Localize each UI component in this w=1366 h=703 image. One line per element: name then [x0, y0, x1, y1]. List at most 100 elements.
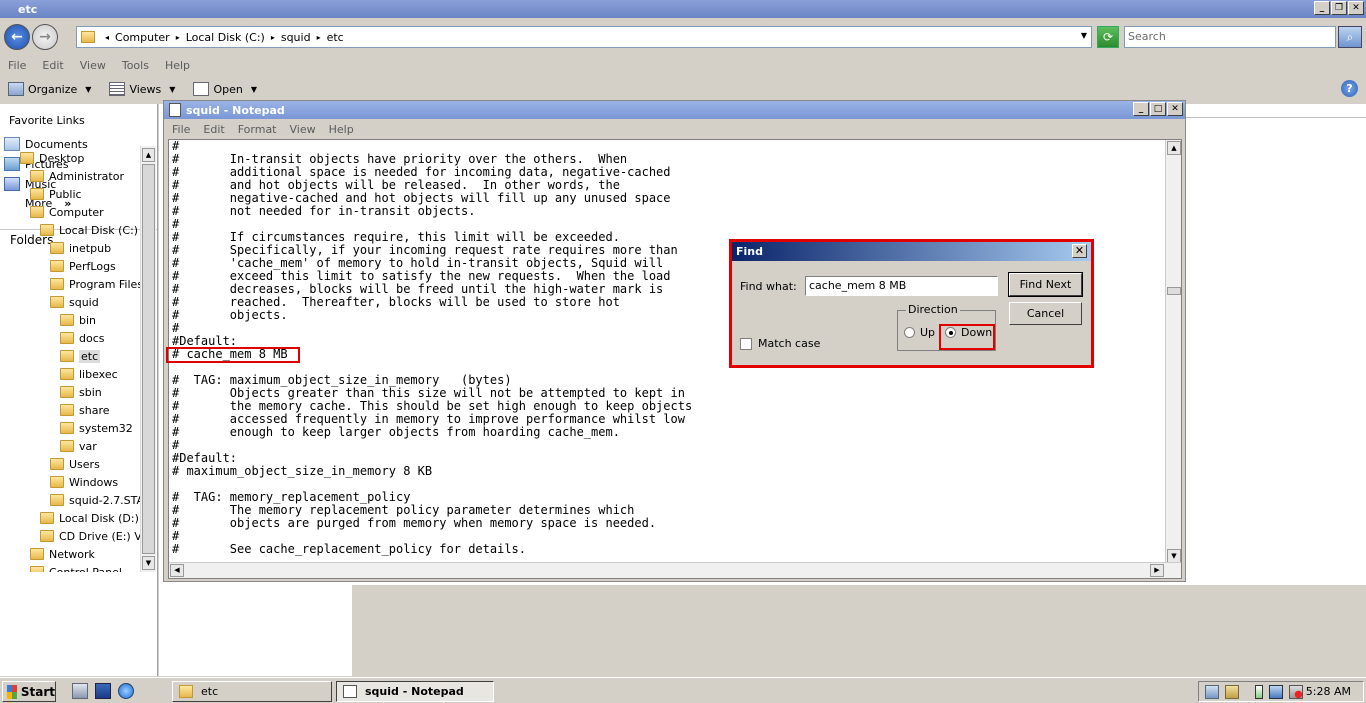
tree-item-label: Local Disk (D:) — [59, 511, 139, 525]
tree-item[interactable]: var — [60, 438, 97, 454]
search-button[interactable]: ⌕ — [1338, 26, 1362, 48]
scrollbar-thumb[interactable] — [142, 164, 155, 554]
tree-item[interactable]: inetpub — [50, 240, 111, 256]
refresh-button[interactable]: ⟳ — [1097, 26, 1119, 48]
internet-explorer-icon[interactable] — [118, 683, 134, 699]
tree-item[interactable]: Control Panel — [30, 564, 122, 572]
np-menu-format[interactable]: Format — [230, 123, 282, 136]
close-button[interactable]: ✕ — [1348, 1, 1364, 15]
notepad-horizontal-scrollbar[interactable]: ◀ ▶ — [169, 562, 1181, 578]
minimize-button[interactable]: _ — [1314, 1, 1330, 15]
tree-item[interactable]: CD Drive (E:) Vir — [40, 528, 140, 544]
organize-label: Organize — [28, 82, 78, 96]
scroll-up-icon[interactable]: ▲ — [1167, 141, 1181, 155]
tree-item[interactable]: PerfLogs — [50, 258, 116, 274]
open-button[interactable]: Open ▼ — [185, 82, 257, 96]
task-notepad[interactable]: squid - Notepad — [336, 681, 494, 702]
tree-item[interactable]: share — [60, 402, 110, 418]
menu-file[interactable]: File — [0, 59, 34, 72]
direction-up-radio[interactable]: Up — [904, 326, 935, 339]
tree-item[interactable]: Public — [30, 186, 82, 202]
address-dropdown-icon[interactable]: ▼ — [1081, 31, 1087, 40]
scroll-down-icon[interactable]: ▼ — [1167, 549, 1181, 563]
tree-item[interactable]: squid — [50, 294, 99, 310]
tree-item[interactable]: Computer — [30, 204, 104, 220]
folder-tree-scrollbar[interactable]: ▲ ▼ — [140, 146, 156, 572]
volume-muted-icon[interactable] — [1289, 684, 1303, 699]
folder-icon — [60, 422, 74, 434]
forward-button[interactable]: → — [32, 24, 58, 50]
menu-tools[interactable]: Tools — [114, 59, 157, 72]
tree-item[interactable]: system32 — [60, 420, 133, 436]
cancel-button[interactable]: Cancel — [1009, 302, 1082, 325]
battery-icon[interactable] — [1255, 684, 1263, 699]
np-menu-help[interactable]: Help — [321, 123, 359, 136]
security-icon[interactable] — [1225, 684, 1239, 699]
tree-item[interactable]: etc — [60, 348, 101, 364]
notepad-maximize-button[interactable]: □ — [1150, 102, 1166, 116]
notepad-icon — [343, 685, 357, 698]
restore-button[interactable]: ❐ — [1331, 1, 1347, 15]
scroll-right-icon[interactable]: ▶ — [1150, 564, 1164, 577]
tree-item-label: libexec — [79, 367, 118, 381]
tree-item[interactable]: Desktop — [20, 150, 84, 166]
notepad-icon — [169, 103, 181, 117]
tree-item[interactable]: sbin — [60, 384, 102, 400]
tree-item-label: Administrator — [49, 169, 124, 183]
help-icon[interactable]: ? — [1341, 80, 1358, 97]
tree-item[interactable]: Local Disk (C:) — [40, 222, 138, 238]
organize-button[interactable]: Organize ▼ — [0, 82, 91, 96]
search-input[interactable]: Search — [1124, 26, 1336, 48]
tree-item[interactable]: docs — [60, 330, 105, 346]
scroll-up-icon[interactable]: ▲ — [142, 148, 155, 162]
notepad-minimize-button[interactable]: _ — [1133, 102, 1149, 116]
tree-item[interactable]: bin — [60, 312, 96, 328]
breadcrumb-squid[interactable]: squid — [281, 31, 311, 44]
tree-item-label: Computer — [49, 205, 104, 219]
folder-icon — [60, 350, 74, 362]
menu-help[interactable]: Help — [157, 59, 198, 72]
start-button[interactable]: Start — [2, 681, 56, 702]
tree-item[interactable]: Program Files — [50, 276, 140, 292]
text-line: # maximum_object_size_in_memory 8 KB — [172, 464, 433, 478]
tree-item[interactable]: Network — [30, 546, 95, 562]
find-what-input[interactable]: cache_mem 8 MB — [805, 276, 998, 296]
address-bar[interactable]: ◂ Computer ▸ Local Disk (C:) ▸ squid ▸ e… — [76, 26, 1092, 48]
server-manager-icon[interactable] — [72, 683, 88, 699]
scroll-down-icon[interactable]: ▼ — [142, 556, 155, 570]
find-next-button[interactable]: Find Next — [1008, 272, 1083, 297]
tree-item[interactable]: Windows — [50, 474, 118, 490]
breadcrumb-local-disk[interactable]: Local Disk (C:) — [186, 31, 265, 44]
breadcrumb-computer[interactable]: Computer — [115, 31, 170, 44]
find-close-button[interactable]: ✕ — [1072, 244, 1087, 258]
tree-item[interactable]: libexec — [60, 366, 118, 382]
network-icon[interactable] — [1205, 684, 1219, 699]
tree-item[interactable]: Users — [50, 456, 100, 472]
tree-item[interactable]: squid-2.7.STA — [50, 492, 140, 508]
tree-item[interactable]: Local Disk (D:) — [40, 510, 139, 526]
tree-item-label: Local Disk (C:) — [59, 223, 139, 237]
task-etc[interactable]: etc — [172, 681, 332, 702]
display-icon[interactable] — [1269, 684, 1283, 699]
menu-edit[interactable]: Edit — [34, 59, 71, 72]
np-menu-view[interactable]: View — [282, 123, 321, 136]
views-button[interactable]: Views ▼ — [101, 82, 175, 96]
folder-icon — [60, 440, 74, 452]
scroll-left-icon[interactable]: ◀ — [170, 564, 184, 577]
notepad-close-button[interactable]: ✕ — [1167, 102, 1183, 116]
tree-item-label: Public — [49, 187, 82, 201]
np-menu-edit[interactable]: Edit — [195, 123, 229, 136]
breadcrumb-separator-icon: ◂ — [105, 32, 110, 42]
notepad-vertical-scrollbar[interactable]: ▲ ▼ — [1165, 140, 1181, 564]
scrollbar-thumb[interactable] — [1167, 287, 1181, 295]
breadcrumb-etc[interactable]: etc — [327, 31, 344, 44]
show-desktop-icon[interactable] — [95, 683, 111, 699]
system-tray: 5:28 AM — [1198, 681, 1364, 702]
forward-arrow-icon: → — [39, 29, 51, 45]
match-case-checkbox[interactable]: Match case — [740, 337, 820, 350]
tree-item[interactable]: Administrator — [30, 168, 124, 184]
np-menu-file[interactable]: File — [164, 123, 195, 136]
back-button[interactable]: ← — [4, 24, 30, 50]
explorer-titlebar: etc _ ❐ ✕ — [0, 0, 1366, 18]
menu-view[interactable]: View — [72, 59, 114, 72]
